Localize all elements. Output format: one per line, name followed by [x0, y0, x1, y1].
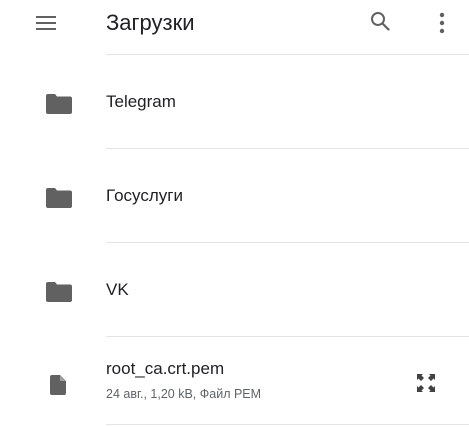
- expand-icon: [417, 374, 435, 392]
- folder-label: VK: [106, 280, 129, 299]
- expand-preview-button[interactable]: [409, 366, 443, 400]
- folder-label: Telegram: [106, 92, 176, 111]
- search-icon: [371, 12, 390, 31]
- file-icon: [50, 375, 66, 395]
- folder-label: Госуслуги: [106, 186, 183, 205]
- list-item-file[interactable]: root_ca.crt.pem 24 авг., 1,20 kB, Файл P…: [0, 337, 469, 427]
- more-vert-icon: [439, 12, 445, 34]
- list-item-folder-vk[interactable]: VK: [0, 243, 469, 336]
- file-name: root_ca.crt.pem: [106, 359, 225, 378]
- downloads-screen: Загрузки Telegram Госуслуги VK root_ca.c…: [0, 0, 469, 427]
- list-item-folder-telegram[interactable]: Telegram: [0, 55, 469, 148]
- more-options-button[interactable]: [428, 6, 456, 38]
- list-item-folder-gosuslugi[interactable]: Госуслуги: [0, 149, 469, 242]
- list-divider: [106, 424, 469, 425]
- hamburger-menu-icon: [36, 16, 56, 30]
- file-details: 24 авг., 1,20 kB, Файл PEM: [106, 387, 262, 401]
- search-button[interactable]: [364, 6, 396, 38]
- folder-icon: [46, 282, 72, 302]
- top-app-bar: Загрузки: [0, 0, 469, 46]
- menu-button[interactable]: [30, 8, 62, 40]
- folder-icon: [46, 188, 72, 208]
- folder-icon: [46, 94, 72, 114]
- page-title: Загрузки: [106, 10, 195, 35]
